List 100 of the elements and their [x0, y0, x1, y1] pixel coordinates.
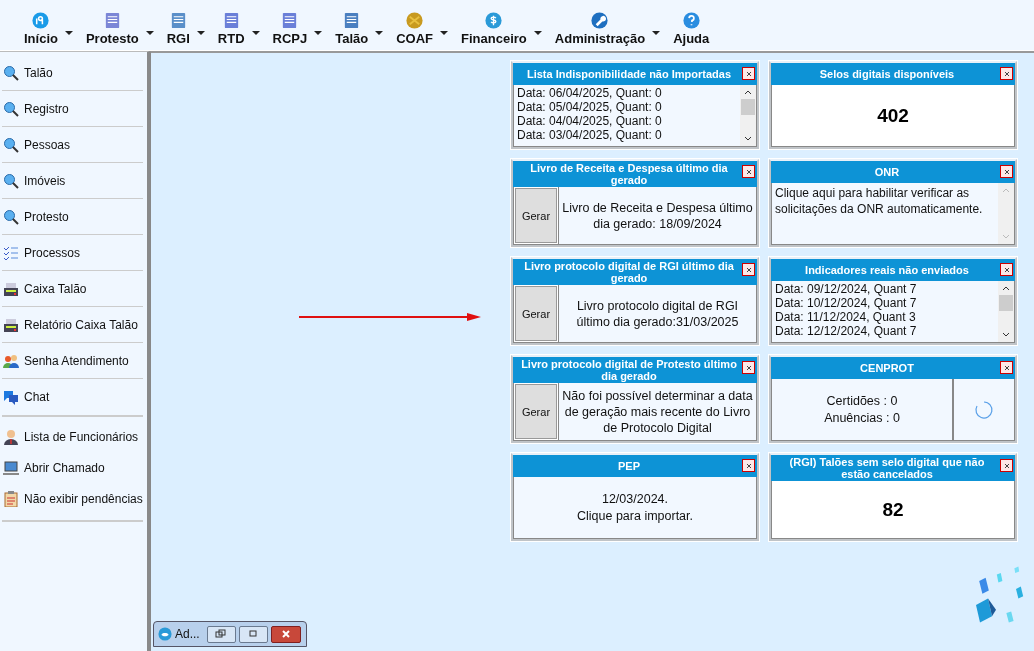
panel-title: Livro protocolo digital de RGI último dia gerado: [523, 260, 735, 284]
list-item: Data: 03/04/2025, Quant: 0: [517, 128, 663, 142]
arrow-icon: [299, 312, 481, 322]
menu-item[interactable]: COAF: [390, 11, 456, 46]
list-item: Data: 12/12/2024, Quant 7: [775, 324, 918, 338]
menu-item[interactable]: Administração: [548, 11, 668, 46]
menu-item[interactable]: Protesto: [79, 11, 161, 46]
close-icon: [745, 364, 752, 371]
import-message[interactable]: 12/03/2024. Clique para importar.: [514, 477, 756, 538]
panel-title: Selos digitais disponíveis: [819, 68, 955, 80]
caret-icon: [64, 31, 73, 35]
list-item: Data: 11/12/2024, Quant 3: [775, 310, 917, 324]
sidebar-item[interactable]: Caixa Talão: [2, 271, 143, 307]
search-icon: [3, 100, 19, 117]
menu-item[interactable]: Início: [18, 11, 80, 46]
close-button[interactable]: [1000, 67, 1013, 80]
close-button[interactable]: [270, 625, 301, 643]
search-icon: [3, 136, 19, 153]
sidebar-item[interactable]: Não exibir pendências: [2, 483, 143, 514]
note-text[interactable]: Clique aqui para habilitar verificar as solicitações da ONR automaticamente.: [772, 183, 998, 244]
close-icon: [745, 168, 752, 175]
sidebar-item[interactable]: Talão: [2, 55, 143, 91]
panel-title: ONR: [874, 166, 900, 178]
list-item: Data: 10/12/2024, Quant 7: [775, 296, 918, 310]
count-value: 402: [876, 103, 910, 128]
panel-title: Livro de Receita e Despesa último dia gerado: [529, 162, 729, 186]
caret-icon: [196, 31, 205, 35]
register-icon: [3, 316, 19, 333]
laptop-icon: [3, 459, 19, 476]
menu-item[interactable]: Talão: [329, 11, 391, 46]
money-icon: [484, 11, 504, 30]
sidebar-item[interactable]: Lista de Funcionários: [2, 421, 143, 452]
close-icon: [745, 70, 752, 77]
sidebar-item[interactable]: Imóveis: [2, 163, 143, 199]
panel-title: CENPROT: [860, 362, 914, 374]
status-text: Não foi possível determinar a data de geração mais recente do Livro de Protocolo Digital: [558, 383, 756, 440]
restore-button[interactable]: [206, 625, 236, 643]
sidebar-item[interactable]: Chat: [2, 379, 143, 415]
sidebar-item[interactable]: Senha Atendimento: [2, 343, 143, 379]
close-button[interactable]: [1000, 361, 1013, 374]
checklist-icon: [3, 244, 19, 261]
generate-button[interactable]: Gerar: [515, 286, 557, 341]
close-icon: [745, 462, 752, 469]
window-title: Ad...: [175, 627, 200, 641]
close-button[interactable]: [1000, 165, 1013, 178]
close-icon: [1003, 266, 1010, 273]
sidebar-item[interactable]: Relatório Caixa Talão: [2, 307, 143, 343]
restore-icon: [215, 629, 228, 639]
count-text: Certidões : 0: [826, 392, 898, 410]
close-icon: [1003, 70, 1010, 77]
help-icon: [681, 11, 701, 30]
panel-title: PEP: [618, 460, 640, 472]
menu-item[interactable]: RGI: [160, 11, 212, 46]
scrollbar[interactable]: [740, 85, 756, 146]
list-item: Data: 05/04/2025, Quant: 0: [517, 100, 663, 114]
close-button[interactable]: [742, 165, 755, 178]
menu-item[interactable]: Ajuda: [667, 11, 716, 46]
menu-item[interactable]: Financeiro: [455, 11, 549, 46]
people-icon: [3, 352, 19, 369]
sidebar-item[interactable]: Protesto: [2, 199, 143, 235]
person-icon: [3, 428, 19, 445]
close-button[interactable]: [742, 459, 755, 472]
sidebar-item[interactable]: Processos: [2, 235, 143, 271]
register-icon: [3, 280, 19, 297]
caret-icon: [145, 31, 154, 35]
panel-title: Livro protocolo digital de Protesto último dia gerado: [520, 358, 738, 382]
caret-icon: [652, 31, 661, 35]
close-button[interactable]: [742, 67, 755, 80]
close-button[interactable]: [742, 263, 755, 276]
list-item: Data: 06/04/2025, Quant: 0: [517, 86, 663, 100]
close-icon: [1003, 168, 1010, 175]
wrench-icon: [590, 11, 610, 30]
minimized-window[interactable]: Ad...: [153, 621, 307, 647]
sidebar-item[interactable]: Registro: [2, 91, 143, 127]
caret-icon: [314, 31, 323, 35]
menu-item[interactable]: RCPJ: [266, 11, 330, 46]
close-button[interactable]: [1000, 263, 1013, 276]
panel-title: (RGI) Talões sem selo digital que não estão cancelados: [788, 456, 986, 480]
generate-button[interactable]: Gerar: [515, 188, 557, 243]
close-icon: [1003, 462, 1010, 469]
close-button[interactable]: [742, 361, 755, 374]
menu-item[interactable]: RTD: [211, 11, 267, 46]
caret-icon: [375, 31, 384, 35]
caret-icon: [440, 31, 449, 35]
close-icon: [1003, 364, 1010, 371]
sidebar-item[interactable]: Abrir Chamado: [2, 452, 143, 483]
loading-spinner: [974, 399, 994, 420]
generate-button[interactable]: Gerar: [515, 384, 557, 439]
close-icon: [279, 629, 292, 639]
close-button[interactable]: [1000, 459, 1013, 472]
search-icon: [3, 64, 19, 81]
panel-title: Lista Indisponibilidade não Importadas: [526, 68, 732, 80]
chat-icon: [3, 389, 19, 405]
status-text: Livro protocolo digital de RGI último dia gerado:31/03/2025: [558, 285, 756, 342]
search-icon: [3, 172, 19, 189]
scrollbar[interactable]: [998, 281, 1014, 342]
caret-icon: [533, 31, 542, 35]
sidebar-item[interactable]: Pessoas: [2, 127, 143, 163]
count-text: Anuências : 0: [824, 409, 900, 427]
maximize-icon: [247, 629, 260, 639]
